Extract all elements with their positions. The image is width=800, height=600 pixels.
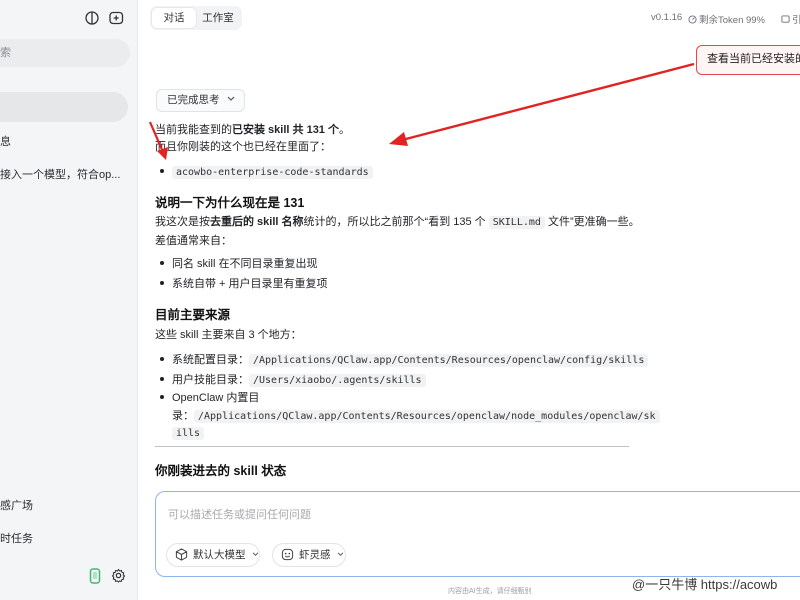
top-right-action[interactable]: 引 — [781, 12, 800, 26]
list-item: acowbo-enterprise-code-standards — [160, 164, 373, 181]
cube-icon — [175, 548, 188, 561]
skill-md-code: SKILL.md — [488, 216, 545, 229]
paragraph-diff: 差值通常来自： — [155, 235, 232, 247]
user-message-bubble: 查看当前已经安装的 — [696, 45, 800, 75]
sidebar-item-2[interactable]: 接入一个模型，符合op... — [0, 166, 120, 182]
inspiration-select-button[interactable]: 虾灵感 — [272, 543, 346, 567]
divider — [155, 446, 629, 447]
composer-placeholder[interactable]: 可以描述任务或提问任何问题 — [168, 506, 311, 522]
list-item: 系统配置目录：/Applications/QClaw.app/Contents/… — [160, 352, 649, 369]
list-item: 同名 skill 在不同目录重复出现 — [160, 256, 317, 272]
intro-bold: 已安装 skill 共 131 个 — [232, 124, 339, 136]
new-chat-icon[interactable] — [108, 10, 124, 26]
sidebar-active-item[interactable] — [0, 92, 128, 122]
inspiration-label: 虾灵感 — [299, 549, 331, 561]
ai-disclaimer: 内容由AI生成，请仔细甄别 — [448, 588, 532, 595]
device-icon[interactable] — [88, 568, 104, 584]
sidebar: 索 息 接入一个模型，符合op... 感广场 时任务 — [0, 0, 138, 600]
thinking-chip[interactable]: 已完成思考 — [156, 89, 245, 112]
settings-gear-icon[interactable] — [111, 568, 127, 584]
sidebar-item-inspiration[interactable]: 感广场 — [0, 497, 33, 513]
path-code: /Applications/QClaw.app/Contents/Resourc… — [249, 354, 649, 367]
path-code: ills — [172, 427, 205, 440]
intro-line: 当前我能查到的已安装 skill 共 131 个。 — [155, 124, 350, 136]
sidebar-item-scheduled-tasks[interactable]: 时任务 — [0, 530, 33, 546]
list-item-continued: 录：/Applications/QClaw.app/Contents/Resou… — [172, 408, 660, 425]
model-select-button[interactable]: 默认大模型 — [166, 543, 260, 567]
list-item: 用户技能目录：/Users/xiaobo/.agents/skills — [160, 372, 426, 389]
intro-line-2: 而且你刚装的这个也已经在里面了： — [155, 141, 331, 153]
search-input[interactable]: 索 — [0, 39, 130, 67]
heading-why-131: 说明一下为什么现在是 131 — [155, 196, 305, 210]
token-status: 剩余Token 99% — [688, 12, 765, 26]
sidebar-toggle-icon[interactable] — [84, 10, 100, 26]
list-item: 系统自带 + 用户目录里有重复项 — [160, 276, 328, 292]
model-select-label: 默认大模型 — [193, 549, 246, 561]
token-text: 剩余Token 99% — [699, 15, 766, 26]
tab-chat[interactable]: 对话 — [152, 8, 196, 28]
message-icon — [781, 15, 790, 23]
mode-tabs: 对话 工作室 — [150, 6, 242, 30]
heading-skill-status: 你刚装进去的 skill 状态 — [155, 464, 287, 478]
chevron-down-icon — [253, 552, 259, 557]
watermark: @一只牛博 https://acowb — [632, 577, 778, 592]
path-code: /Users/xiaobo/.agents/skills — [249, 374, 426, 387]
chevron-down-icon — [338, 552, 344, 557]
paragraph-sources: 这些 skill 主要来自 3 个地方： — [155, 329, 302, 341]
installed-skill-code: acowbo-enterprise-code-standards — [172, 166, 373, 179]
chevron-down-icon — [227, 96, 235, 101]
sidebar-item-1[interactable]: 息 — [0, 133, 11, 149]
paragraph-count: 我这次是按去重后的 skill 名称统计的，所以比之前那个“看到 135 个 S… — [155, 216, 640, 229]
arrow-from-user-message — [389, 62, 695, 146]
path-code: /Applications/QClaw.app/Contents/Resourc… — [194, 410, 660, 423]
gauge-icon — [688, 15, 697, 24]
list-item: OpenClaw 内置目 — [160, 390, 259, 406]
thinking-chip-label: 已完成思考 — [167, 94, 220, 106]
smile-icon — [281, 548, 294, 561]
version-label: v0.1.16 — [651, 12, 683, 23]
list-item-continued: ills — [172, 425, 205, 442]
tab-studio[interactable]: 工作室 — [196, 8, 240, 28]
top-right-label: 引 — [792, 15, 800, 26]
heading-sources: 目前主要来源 — [155, 308, 231, 322]
